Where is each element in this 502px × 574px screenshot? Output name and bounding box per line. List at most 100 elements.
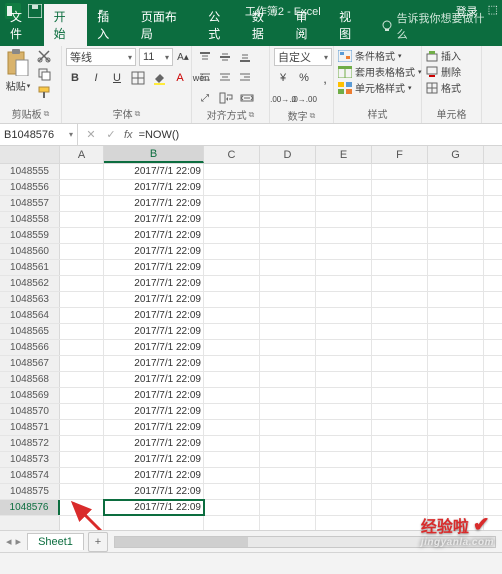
name-box[interactable]: B1048576▾ [0,124,78,145]
align-center-icon[interactable] [216,68,234,86]
sheet-nav-prev-icon[interactable]: ◂ [6,535,12,548]
col-header-b[interactable]: B [104,146,204,163]
sheet-tab-sheet1[interactable]: Sheet1 [27,533,84,550]
bold-button[interactable]: B [66,69,84,87]
row-header[interactable]: 1048557 [0,196,60,211]
col-header-a[interactable]: A [60,146,104,163]
cell[interactable] [372,404,428,419]
fx-icon[interactable]: fx [124,129,133,141]
cell[interactable] [204,164,260,179]
cell[interactable] [428,340,484,355]
font-size-combo[interactable]: 11▾ [139,48,173,66]
insert-cells-button[interactable]: 插入 [426,48,461,63]
cell[interactable] [428,420,484,435]
increase-decimal-icon[interactable]: .00→.0 [274,90,292,108]
row-header[interactable]: 1048558 [0,212,60,227]
cell[interactable] [60,500,104,515]
row-header[interactable]: 1048572 [0,436,60,451]
align-right-icon[interactable] [236,68,254,86]
enter-formula-icon[interactable]: ✓ [104,126,118,144]
cell[interactable] [316,276,372,291]
cell[interactable] [204,436,260,451]
row-header[interactable]: 1048560 [0,244,60,259]
cell[interactable] [260,500,316,515]
cell[interactable] [204,452,260,467]
tab-home[interactable]: 开始 [44,4,88,46]
cell[interactable]: 2017/7/1 22:09 [104,356,204,371]
row-header[interactable]: 1048561 [0,260,60,275]
cell[interactable]: 2017/7/1 22:09 [104,228,204,243]
cell[interactable] [204,468,260,483]
cell[interactable]: 2017/7/1 22:09 [104,324,204,339]
tell-me-search[interactable]: 告诉我你想要做什么 [373,6,502,46]
new-sheet-button[interactable]: + [88,532,108,552]
cell[interactable] [316,500,372,515]
align-left-icon[interactable] [196,68,214,86]
col-header-c[interactable]: C [204,146,260,163]
cell[interactable] [204,388,260,403]
cell[interactable]: 2017/7/1 22:09 [104,308,204,323]
cell[interactable] [60,260,104,275]
cell[interactable] [316,372,372,387]
row-header[interactable]: 1048559 [0,228,60,243]
format-painter-icon[interactable] [36,84,52,100]
row-header[interactable]: 1048555 [0,164,60,179]
cell[interactable] [316,484,372,499]
cell[interactable] [428,180,484,195]
cell[interactable] [204,500,260,515]
align-dialog-icon[interactable]: ⧉ [249,110,255,120]
cell[interactable]: 2017/7/1 22:09 [104,436,204,451]
cell[interactable] [260,324,316,339]
tab-file[interactable]: 文件 [0,4,44,46]
cell[interactable] [316,180,372,195]
col-header-g[interactable]: G [428,146,484,163]
cell[interactable] [316,260,372,275]
font-color-button[interactable]: A [171,69,189,87]
cell[interactable] [204,420,260,435]
number-format-combo[interactable]: 自定义▾ [274,48,332,66]
cell[interactable] [428,292,484,307]
cell[interactable]: 2017/7/1 22:09 [104,404,204,419]
cell[interactable] [60,436,104,451]
cell[interactable] [260,276,316,291]
cell[interactable] [316,468,372,483]
tab-data[interactable]: 数据 [242,4,286,46]
row-header[interactable]: 1048571 [0,420,60,435]
fill-color-button[interactable] [150,69,168,87]
cell[interactable] [372,212,428,227]
cancel-formula-icon[interactable]: ✕ [84,126,98,144]
row-header[interactable]: 1048576 [0,500,60,515]
cell[interactable] [428,484,484,499]
cell[interactable]: 2017/7/1 22:09 [104,452,204,467]
cell[interactable] [372,388,428,403]
row-header[interactable]: 1048570 [0,404,60,419]
cell[interactable] [60,228,104,243]
row-header[interactable]: 1048564 [0,308,60,323]
cell[interactable] [260,164,316,179]
cell[interactable] [204,356,260,371]
cell[interactable] [60,276,104,291]
cell[interactable] [372,276,428,291]
cell[interactable]: 2017/7/1 22:09 [104,276,204,291]
cell[interactable]: 2017/7/1 22:09 [104,500,204,515]
cell[interactable] [316,324,372,339]
cell[interactable]: 2017/7/1 22:09 [104,164,204,179]
number-dialog-icon[interactable]: ⧉ [310,111,316,121]
cell[interactable]: 2017/7/1 22:09 [104,420,204,435]
tab-formulas[interactable]: 公式 [198,4,242,46]
cell[interactable] [260,420,316,435]
font-dialog-icon[interactable]: ⧉ [135,109,141,119]
cell[interactable] [204,372,260,387]
orientation-icon[interactable]: ⤢ [196,89,214,107]
cell[interactable] [372,500,428,515]
cell[interactable] [428,388,484,403]
cell[interactable] [260,356,316,371]
cell[interactable] [428,308,484,323]
row-header[interactable]: 1048566 [0,340,60,355]
cell[interactable] [316,356,372,371]
cell[interactable] [260,180,316,195]
cell[interactable] [428,324,484,339]
cell[interactable] [260,212,316,227]
cell[interactable]: 2017/7/1 22:09 [104,372,204,387]
cell[interactable] [60,484,104,499]
